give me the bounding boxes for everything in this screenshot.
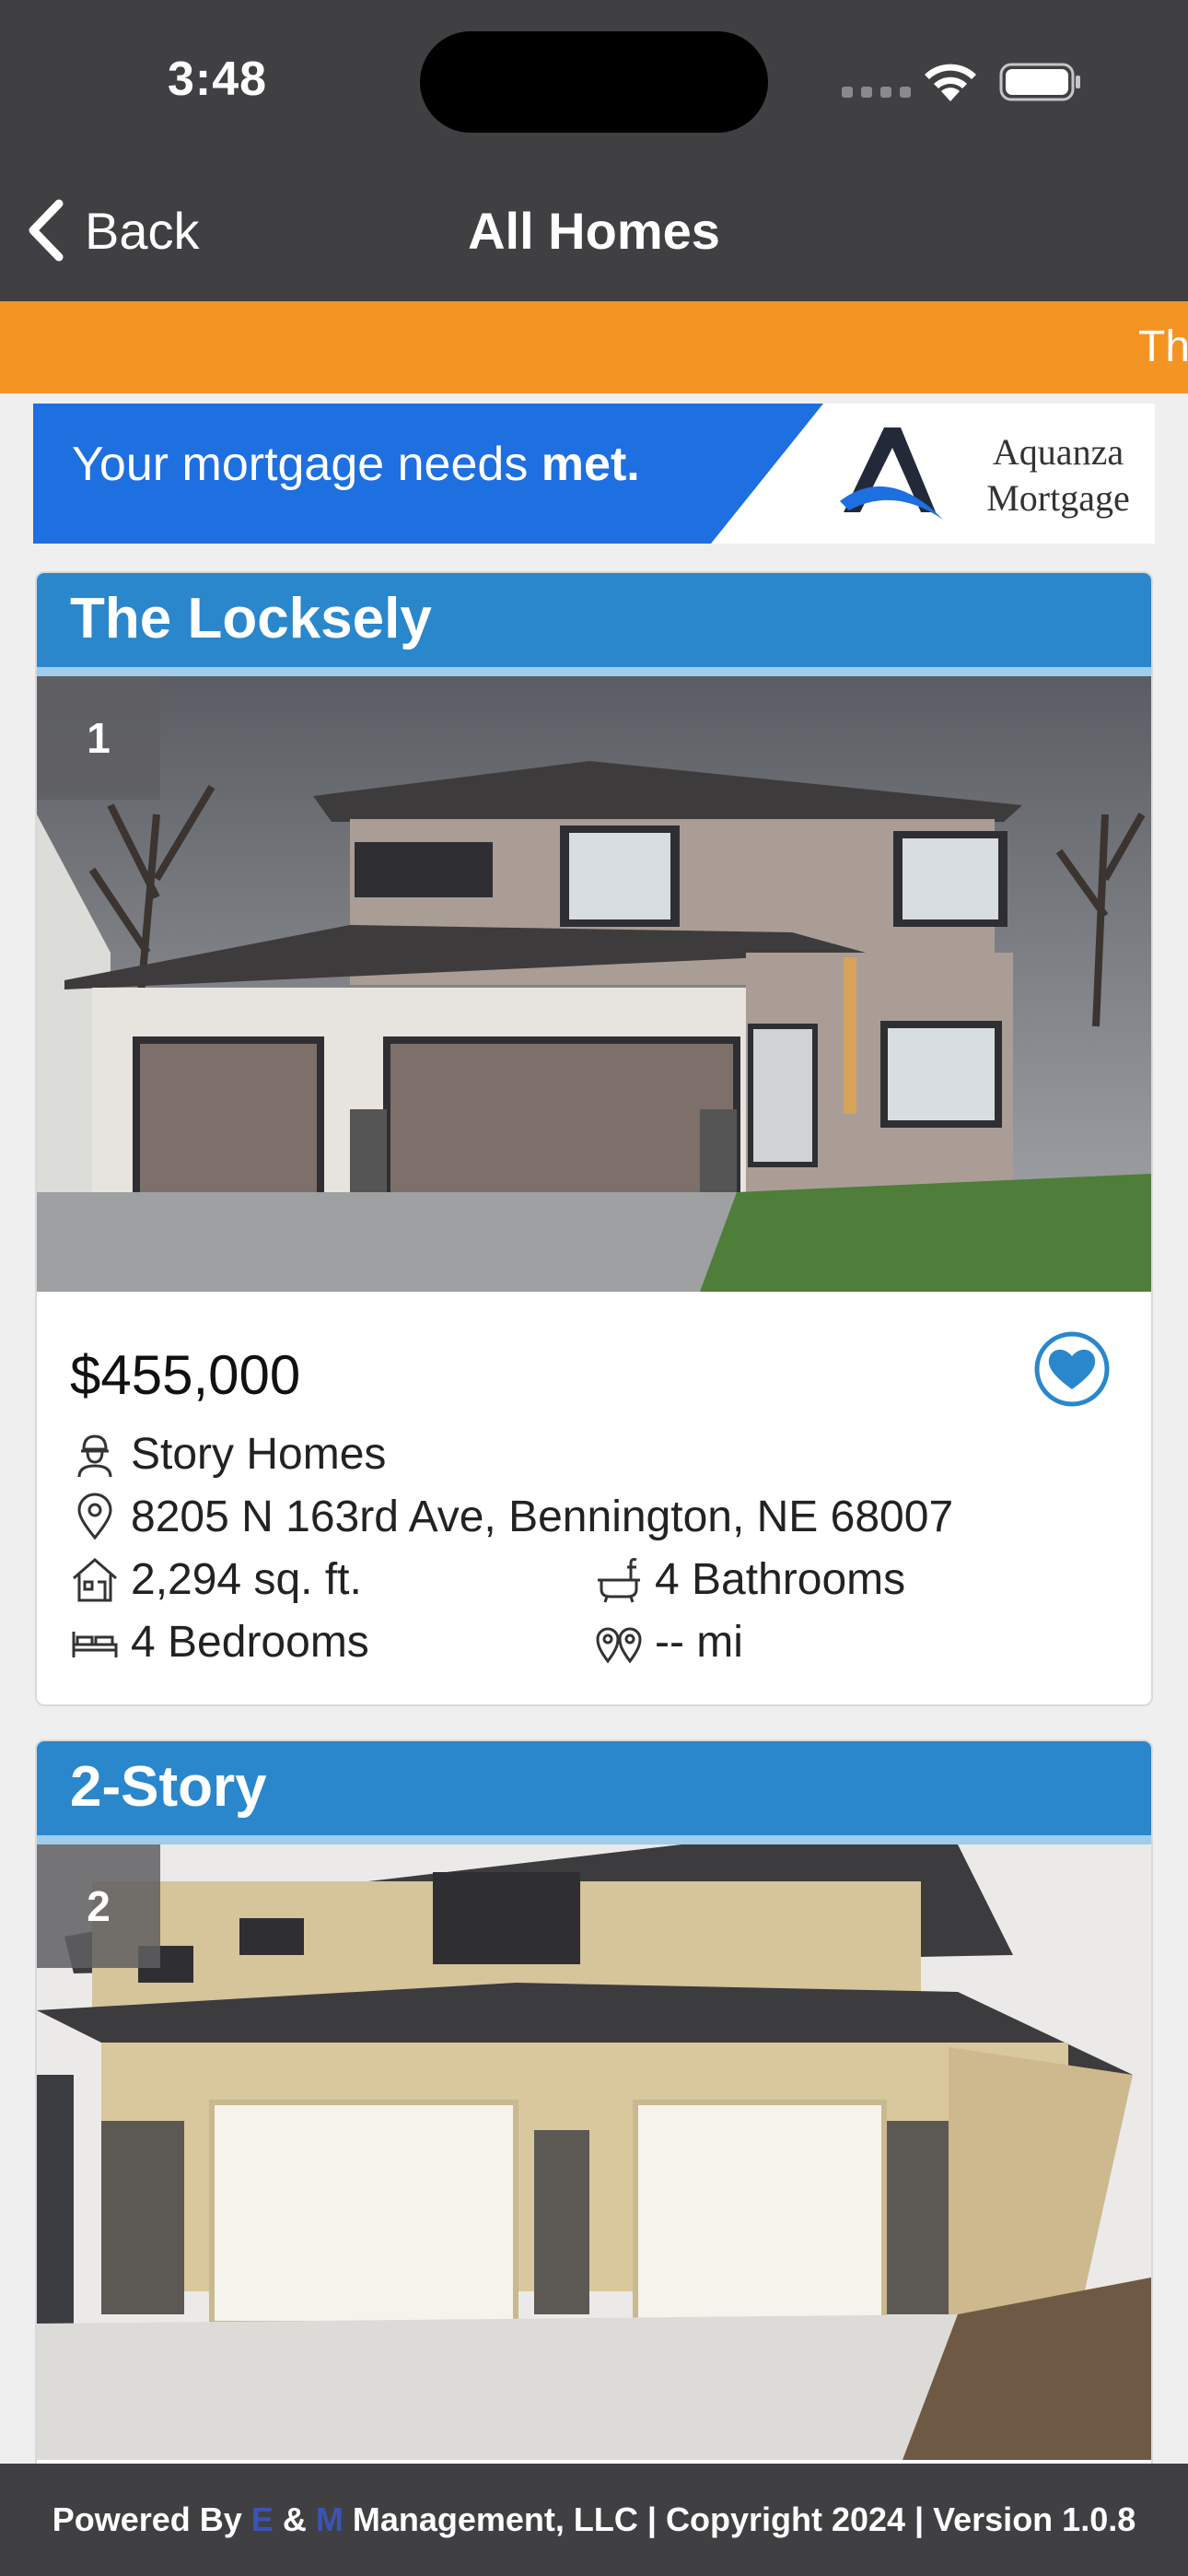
bed-icon <box>72 1632 118 1657</box>
listing-address: 8205 N 163rd Ave, Bennington, NE 68007 <box>131 1492 954 1541</box>
listing-bathrooms: 4 Bathrooms <box>655 1554 906 1604</box>
listing-bedrooms: 4 Bedrooms <box>131 1617 369 1667</box>
bathrooms-row: 4 Bathrooms <box>594 1548 1118 1610</box>
builder-icon <box>77 1434 112 1478</box>
builder-name: Story Homes <box>131 1429 387 1479</box>
listing-photo[interactable]: 2 <box>37 1844 1151 2460</box>
footer: Powered By E & M Management, LLC | Copyr… <box>0 2464 1188 2576</box>
home-icon <box>73 1558 117 1602</box>
builder-row: Story Homes <box>70 1423 1118 1485</box>
announcement-ticker[interactable]: Th <box>0 301 1188 393</box>
cellular-signal-icon <box>842 87 911 98</box>
page-title: All Homes <box>468 202 720 260</box>
listing-details: $455,000 Story Homes 8205 N 163rd Ave, B… <box>37 1292 1151 1704</box>
bedrooms-row: 4 Bedrooms <box>70 1610 594 1673</box>
status-time: 3:48 <box>168 53 268 106</box>
listing-distance: -- mi <box>655 1617 743 1667</box>
listing-index-badge: 1 <box>37 676 160 800</box>
map-pin-icon <box>77 1493 112 1540</box>
listing-title: The Locksely <box>37 573 1151 676</box>
house-photo-2 <box>37 1844 1151 2460</box>
sqft-row: 2,294 sq. ft. <box>70 1548 594 1610</box>
distance-row: -- mi <box>594 1610 1118 1673</box>
bathtub-icon <box>598 1558 640 1603</box>
house-photo-1 <box>37 676 1151 1292</box>
dynamic-island <box>420 31 768 133</box>
listing-photo[interactable]: 1 <box>37 676 1151 1292</box>
top-bar: 3:48 Back All Homes <box>0 0 1188 301</box>
listing-card[interactable]: 2-Story 2 <box>35 1739 1153 2495</box>
aquanza-logo-icon <box>840 427 943 520</box>
listing-card[interactable]: The Locksely 1 $455,000 Story Homes 8205… <box>35 571 1153 1706</box>
favorite-heart-icon[interactable] <box>1033 1330 1111 1408</box>
address-row: 8205 N 163rd Ave, Bennington, NE 68007 <box>70 1485 1118 1548</box>
listing-index-badge: 2 <box>37 1844 160 1968</box>
mortgage-ad-banner[interactable]: Your mortgage needs met. Aquanza Mortgag… <box>33 404 1155 544</box>
listing-sqft: 2,294 sq. ft. <box>131 1554 362 1604</box>
ad-headline: Your mortgage needs met. <box>72 438 640 491</box>
battery-icon <box>999 63 1080 101</box>
wifi-icon <box>925 64 976 101</box>
ticker-text: Th <box>1138 322 1188 371</box>
screen: 3:48 Back All Homes Th Your mortgage nee… <box>0 0 1188 2576</box>
ad-brand-name: Aquanza Mortgage <box>986 431 1130 519</box>
distance-pins-icon <box>596 1627 642 1664</box>
listing-price: $455,000 <box>70 1343 301 1406</box>
listing-title: 2-Story <box>37 1741 1151 1844</box>
